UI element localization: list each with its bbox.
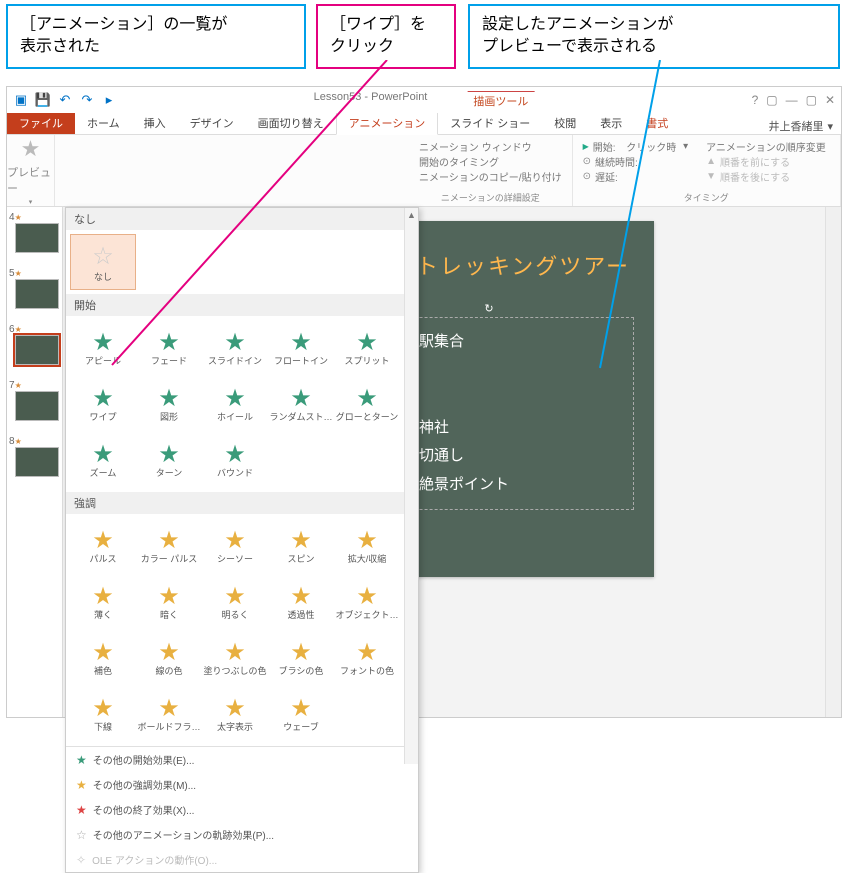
ribbon-collapse-icon[interactable]: ▢ bbox=[766, 93, 777, 107]
anim-entrance-4[interactable]: ★スプリット bbox=[334, 320, 400, 376]
reorder-label: アニメーションの順序変更 bbox=[706, 139, 826, 154]
trigger-button[interactable]: 開始のタイミング bbox=[419, 154, 562, 169]
gallery-section-none: なし bbox=[66, 208, 418, 230]
ribbon-tabs: ファイル ホーム 挿入 デザイン 画面切り替え アニメーション スライド ショー… bbox=[7, 113, 841, 135]
callout-click-wipe: ［ワイプ］を クリック bbox=[316, 4, 456, 69]
gallery-section-emphasis: 強調 bbox=[66, 492, 418, 514]
user-name[interactable]: 井上香緒里 ▾ bbox=[768, 118, 841, 134]
anim-emphasis-18[interactable]: ★ウェーブ bbox=[268, 686, 334, 742]
contextual-tab-label: 描画ツール bbox=[467, 91, 534, 110]
timing-start[interactable]: ▶開始: クリック時 ▾ bbox=[583, 139, 689, 154]
more-exit-effects[interactable]: ★その他の終了効果(X)... bbox=[66, 797, 418, 822]
slide-panel: 4★ 5★ 6★ 7★ 8★ bbox=[7, 207, 63, 717]
save-icon[interactable]: 💾 bbox=[35, 92, 51, 108]
gallery-scrollbar[interactable]: ▲ bbox=[404, 208, 418, 764]
anim-emphasis-11[interactable]: ★線の色 bbox=[136, 630, 202, 686]
anim-emphasis-16[interactable]: ★ボールドフラ… bbox=[136, 686, 202, 742]
tab-format[interactable]: 書式 bbox=[634, 112, 680, 134]
anim-emphasis-8[interactable]: ★透過性 bbox=[268, 574, 334, 630]
ribbon-body: ★ プレビュー ▾ ニメーション ウィンドウ 開始のタイミング ニメーションのコ… bbox=[7, 135, 841, 207]
thumb-8: 8★ bbox=[9, 435, 60, 477]
close-icon[interactable]: ✕ bbox=[825, 93, 835, 107]
anim-emphasis-5[interactable]: ★薄く bbox=[70, 574, 136, 630]
group-label-advanced: ニメーションの詳細設定 bbox=[419, 191, 562, 204]
anim-emphasis-13[interactable]: ★ブラシの色 bbox=[268, 630, 334, 686]
advanced-animation-group: ニメーション ウィンドウ 開始のタイミング ニメーションのコピー/貼り付け ニメ… bbox=[409, 135, 573, 206]
timing-duration[interactable]: ⊙継続時間: bbox=[583, 154, 689, 169]
document-title: Lesson53 - PowerPoint bbox=[314, 91, 428, 110]
anim-emphasis-3[interactable]: ★スピン bbox=[268, 518, 334, 574]
anim-entrance-6[interactable]: ★図形 bbox=[136, 376, 202, 432]
minimize-icon[interactable]: — bbox=[786, 93, 798, 107]
anim-emphasis-1[interactable]: ★カラー パルス bbox=[136, 518, 202, 574]
preview-button[interactable]: ★ プレビュー ▾ bbox=[7, 135, 55, 206]
timing-delay[interactable]: ⊙遅延: bbox=[583, 169, 689, 184]
anim-emphasis-12[interactable]: ★塗りつぶしの色 bbox=[202, 630, 268, 686]
quick-access-toolbar: ▣ 💾 ↶ ↷ ▸ bbox=[13, 92, 117, 108]
anim-emphasis-7[interactable]: ★明るく bbox=[202, 574, 268, 630]
preview-star-icon: ★ bbox=[21, 136, 41, 162]
move-earlier-button[interactable]: ▲ 順番を前にする bbox=[706, 154, 826, 169]
callout-preview: 設定したアニメーションが プレビューで表示される bbox=[468, 4, 840, 69]
thumb-5: 5★ bbox=[9, 267, 60, 309]
undo-icon[interactable]: ↶ bbox=[57, 92, 73, 108]
anim-emphasis-4[interactable]: ★拡大/収縮 bbox=[334, 518, 400, 574]
tab-animations[interactable]: アニメーション bbox=[336, 111, 439, 135]
tab-view[interactable]: 表示 bbox=[588, 112, 634, 134]
main-area: 4★ 5★ 6★ 7★ 8★ ▲ なし ☆なし 開始 ★アピール★フェード★スラ… bbox=[7, 207, 841, 717]
anim-entrance-3[interactable]: ★フロートイン bbox=[268, 320, 334, 376]
thumb-4: 4★ bbox=[9, 211, 60, 253]
anim-none[interactable]: ☆なし bbox=[70, 234, 136, 290]
tab-insert[interactable]: 挿入 bbox=[132, 112, 178, 134]
thumb-6: 6★ bbox=[9, 323, 60, 365]
anim-emphasis-0[interactable]: ★パルス bbox=[70, 518, 136, 574]
timing-group: ▶開始: クリック時 ▾ ⊙継続時間: ⊙遅延: アニメーションの順序変更 ▲ … bbox=[573, 135, 841, 206]
anim-entrance-11[interactable]: ★ターン bbox=[136, 432, 202, 488]
ole-actions: ✧OLE アクションの動作(O)... bbox=[66, 847, 418, 872]
maximize-icon[interactable]: ▢ bbox=[806, 93, 817, 107]
powerpoint-window: ▣ 💾 ↶ ↷ ▸ Lesson53 - PowerPoint 描画ツール ? … bbox=[6, 86, 842, 718]
move-later-button[interactable]: ▼ 順番を後にする bbox=[706, 169, 826, 184]
anim-entrance-1[interactable]: ★フェード bbox=[136, 320, 202, 376]
animation-gallery-dropdown: ▲ なし ☆なし 開始 ★アピール★フェード★スライドイン★フロートイン★スプリ… bbox=[65, 207, 419, 873]
more-emphasis-effects[interactable]: ★その他の強調効果(M)... bbox=[66, 772, 418, 797]
animation-pane-button[interactable]: ニメーション ウィンドウ bbox=[419, 139, 562, 154]
anim-emphasis-10[interactable]: ★補色 bbox=[70, 630, 136, 686]
canvas-scrollbar[interactable] bbox=[825, 207, 841, 717]
anim-entrance-10[interactable]: ★ズーム bbox=[70, 432, 136, 488]
thumb-7: 7★ bbox=[9, 379, 60, 421]
anim-entrance-2[interactable]: ★スライドイン bbox=[202, 320, 268, 376]
tab-review[interactable]: 校閲 bbox=[542, 112, 588, 134]
anim-emphasis-14[interactable]: ★フォントの色 bbox=[334, 630, 400, 686]
tab-file[interactable]: ファイル bbox=[7, 112, 75, 134]
rotate-handle-icon[interactable]: ↻ bbox=[484, 302, 493, 315]
anim-emphasis-15[interactable]: ★下線 bbox=[70, 686, 136, 742]
start-show-icon[interactable]: ▸ bbox=[101, 92, 117, 108]
app-icon: ▣ bbox=[13, 92, 29, 108]
anim-emphasis-6[interactable]: ★暗く bbox=[136, 574, 202, 630]
title-bar: ▣ 💾 ↶ ↷ ▸ Lesson53 - PowerPoint 描画ツール ? … bbox=[7, 87, 841, 113]
group-label-timing: タイミング bbox=[583, 191, 830, 204]
tab-transitions[interactable]: 画面切り替え bbox=[246, 112, 336, 134]
callout-animation-list: ［アニメーション］の一覧が 表示された bbox=[6, 4, 306, 69]
anim-entrance-5[interactable]: ★ワイプ bbox=[70, 376, 136, 432]
anim-emphasis-9[interactable]: ★オブジェクト… bbox=[334, 574, 400, 630]
anim-entrance-12[interactable]: ★バウンド bbox=[202, 432, 268, 488]
tab-design[interactable]: デザイン bbox=[178, 112, 246, 134]
anim-entrance-7[interactable]: ★ホイール bbox=[202, 376, 268, 432]
anim-emphasis-17[interactable]: ★太字表示 bbox=[202, 686, 268, 742]
more-motion-paths[interactable]: ☆その他のアニメーションの軌跡効果(P)... bbox=[66, 822, 418, 847]
animation-painter-button[interactable]: ニメーションのコピー/貼り付け bbox=[419, 169, 562, 184]
redo-icon[interactable]: ↷ bbox=[79, 92, 95, 108]
slide-title[interactable]: トレッキングツアー bbox=[416, 249, 630, 281]
gallery-section-entrance: 開始 bbox=[66, 294, 418, 316]
anim-entrance-8[interactable]: ★ランダムスト… bbox=[268, 376, 334, 432]
more-entrance-effects[interactable]: ★その他の開始効果(E)... bbox=[66, 747, 418, 772]
tab-home[interactable]: ホーム bbox=[75, 112, 132, 134]
anim-entrance-9[interactable]: ★グローとターン bbox=[334, 376, 400, 432]
tab-slideshow[interactable]: スライド ショー bbox=[438, 112, 542, 134]
anim-emphasis-2[interactable]: ★シーソー bbox=[202, 518, 268, 574]
anim-entrance-0[interactable]: ★アピール bbox=[70, 320, 136, 376]
help-icon[interactable]: ? bbox=[752, 93, 759, 107]
